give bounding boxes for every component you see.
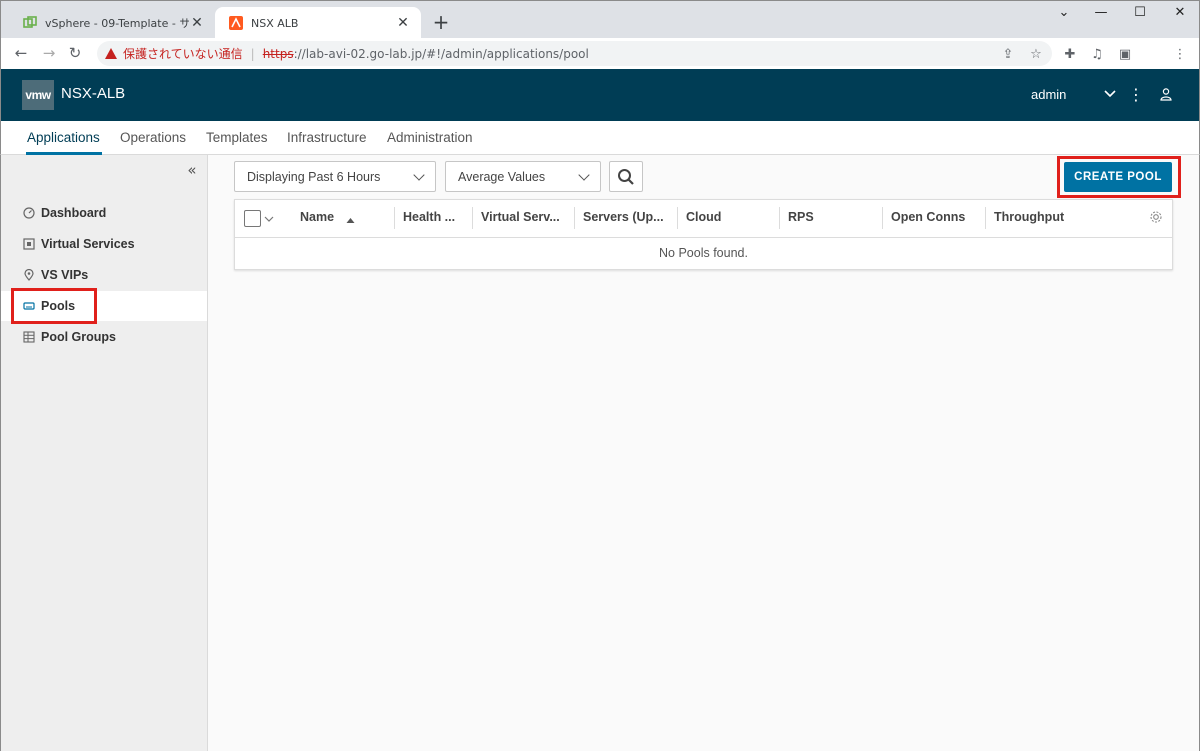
sidebar-item-virtual-services[interactable]: Virtual Services — [1, 229, 207, 259]
column-divider — [394, 207, 395, 229]
product-name: NSX-ALB — [61, 85, 126, 102]
close-tab-icon[interactable]: ✕ — [395, 15, 411, 31]
chevron-down-icon — [413, 168, 425, 181]
minimize-icon[interactable]: — — [1086, 5, 1116, 25]
column-header-name[interactable]: Name — [300, 210, 334, 224]
more-options-icon[interactable]: ⋮ — [1128, 86, 1144, 104]
sidebar-item-vs-vips[interactable]: VS VIPs — [1, 260, 207, 290]
column-settings-gear-icon[interactable] — [1149, 210, 1165, 226]
side-panel-icon[interactable]: ▣ — [1116, 46, 1134, 64]
browser-tab-vsphere[interactable]: vSphere - 09-Template - サマリ ✕ — [9, 7, 215, 39]
address-bar-row: ← → ↻ 保護されていない通信 | https://lab-avi-02.go… — [0, 38, 1200, 100]
url-bar[interactable]: 保護されていない通信 | https://lab-avi-02.go-lab.j… — [97, 41, 1052, 66]
column-header-cloud[interactable]: Cloud — [686, 210, 721, 224]
warning-icon — [105, 48, 117, 59]
nav-tab-administration[interactable]: Administration — [387, 130, 473, 145]
time-range-dropdown[interactable]: Displaying Past 6 Hours — [234, 161, 436, 192]
sidebar-item-pool-groups[interactable]: Pool Groups — [1, 322, 207, 352]
extensions-puzzle-icon[interactable]: ✚ — [1061, 46, 1079, 64]
pool-groups-icon — [22, 331, 35, 344]
user-menu-chevron-icon[interactable] — [1102, 86, 1118, 102]
sidebar-item-label: VS VIPs — [41, 268, 89, 282]
username[interactable]: admin — [1031, 87, 1066, 102]
url-scheme: https — [262, 46, 294, 61]
browser-menu-icon[interactable]: ⋮ — [1171, 46, 1189, 64]
collapse-sidebar-icon[interactable]: « — [184, 162, 200, 178]
nsx-alb-favicon-icon — [229, 16, 243, 30]
back-arrow-icon[interactable]: ← — [11, 43, 31, 63]
location-pin-icon — [22, 269, 35, 282]
browser-tab-strip: vSphere - 09-Template - サマリ ✕ NSX ALB ✕ … — [0, 0, 1200, 39]
sidebar-item-label: Virtual Services — [41, 237, 135, 251]
chevron-down-icon — [578, 168, 590, 181]
nav-tab-templates[interactable]: Templates — [206, 130, 268, 145]
column-header-servers[interactable]: Servers (Up... — [583, 210, 664, 224]
tab-title: NSX ALB — [251, 16, 299, 30]
column-divider — [779, 207, 780, 229]
sort-ascending-icon[interactable] — [346, 213, 355, 223]
share-icon[interactable]: ⇪ — [999, 46, 1017, 64]
nav-tab-infrastructure[interactable]: Infrastructure — [287, 130, 367, 145]
url-separator: | — [250, 46, 255, 61]
column-divider — [574, 207, 575, 229]
select-menu-chevron-icon[interactable] — [264, 213, 274, 223]
maximize-icon[interactable]: ☐ — [1125, 5, 1155, 25]
pools-grid: Name Health ... Virtual Serv... Servers … — [234, 199, 1173, 270]
bookmark-star-icon[interactable]: ☆ — [1027, 46, 1045, 64]
create-pool-highlight-box — [1057, 156, 1181, 198]
value-mode-value: Average Values — [458, 169, 546, 184]
sidebar-item-label: Pool Groups — [41, 330, 116, 344]
close-tab-icon[interactable]: ✕ — [189, 15, 205, 31]
vsphere-favicon-icon — [23, 16, 37, 30]
forward-arrow-icon[interactable]: → — [39, 43, 59, 63]
chevron-down-icon[interactable]: ⌄ — [1049, 5, 1079, 25]
column-header-virtual-services[interactable]: Virtual Serv... — [481, 210, 560, 224]
nav-tab-applications[interactable]: Applications — [27, 130, 100, 145]
column-divider — [677, 207, 678, 229]
tab-title: vSphere - 09-Template - サマリ — [45, 17, 189, 30]
value-mode-dropdown[interactable]: Average Values — [445, 161, 601, 192]
reload-icon[interactable]: ↻ — [65, 43, 85, 63]
security-warning-text: 保護されていない通信 — [123, 47, 243, 61]
app-header: vmw NSX-ALB admin ⋮ — [0, 69, 1200, 121]
column-header-throughput[interactable]: Throughput — [994, 210, 1064, 224]
search-icon — [618, 168, 634, 185]
media-control-icon[interactable]: ♫ — [1088, 46, 1106, 64]
virtual-services-icon — [22, 238, 35, 251]
dashboard-icon — [22, 207, 35, 220]
sidebar-item-dashboard[interactable]: Dashboard — [1, 198, 207, 228]
column-divider — [882, 207, 883, 229]
select-all-checkbox[interactable] — [244, 210, 261, 227]
window-close-icon[interactable]: ✕ — [1165, 5, 1195, 25]
nav-tab-operations[interactable]: Operations — [120, 130, 186, 145]
new-tab-icon[interactable]: + — [431, 12, 451, 32]
pools-highlight-box — [11, 288, 97, 324]
user-profile-icon[interactable] — [1158, 87, 1174, 103]
time-range-value: Displaying Past 6 Hours — [247, 169, 381, 184]
security-warning[interactable]: 保護されていない通信 — [105, 45, 243, 62]
grid-header: Name Health ... Virtual Serv... Servers … — [235, 200, 1172, 238]
vmware-logo: vmw — [22, 80, 54, 110]
search-button[interactable] — [609, 161, 643, 192]
column-header-label: Name — [300, 210, 335, 224]
column-header-open-conns[interactable]: Open Conns — [891, 210, 965, 224]
url-path: ://lab-avi-02.go-lab.jp/#!/admin/applica… — [293, 46, 589, 61]
column-divider — [985, 207, 986, 229]
column-header-rps[interactable]: RPS — [788, 210, 814, 224]
main-nav: Applications Operations Templates Infras… — [0, 121, 1200, 155]
browser-tab-nsx-alb[interactable]: NSX ALB ✕ — [215, 7, 421, 39]
column-divider — [472, 207, 473, 229]
empty-grid-message: No Pools found. — [659, 246, 748, 260]
column-header-health[interactable]: Health ... — [403, 210, 455, 224]
sidebar-item-label: Dashboard — [41, 206, 107, 220]
